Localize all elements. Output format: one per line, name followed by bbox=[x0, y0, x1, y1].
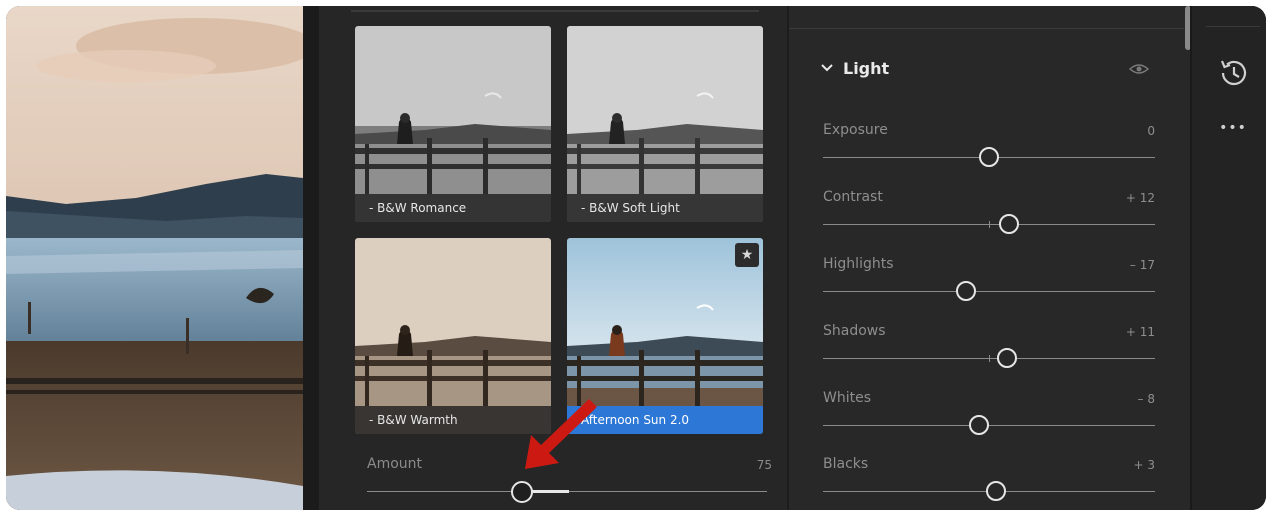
amount-slider-track[interactable] bbox=[367, 491, 515, 492]
presets-top-divider bbox=[351, 6, 759, 12]
amount-slider-knob[interactable] bbox=[511, 481, 533, 503]
preset-thumbnail[interactable]: - B&W Soft Light bbox=[567, 26, 763, 222]
slider-highlights: Highlights – 17 bbox=[823, 256, 1155, 312]
right-tool-strip: ••• bbox=[1190, 6, 1266, 510]
slider-value: + 11 bbox=[1125, 325, 1155, 339]
slider-exposure: Exposure 0 bbox=[823, 122, 1155, 178]
slider-track[interactable] bbox=[823, 425, 1155, 426]
slider-label: Blacks bbox=[823, 456, 869, 472]
slider-label: Contrast bbox=[823, 189, 883, 205]
slider-whites: Whites – 8 bbox=[823, 390, 1155, 446]
preset-thumbnail[interactable]: - B&W Romance bbox=[355, 26, 551, 222]
preset-label: - B&W Romance bbox=[355, 194, 551, 222]
slider-knob[interactable] bbox=[979, 147, 999, 167]
slider-value: 0 bbox=[1147, 124, 1155, 138]
slider-value: – 8 bbox=[1137, 392, 1155, 406]
amount-label: Amount bbox=[367, 456, 423, 472]
light-section-title: Light bbox=[843, 58, 890, 78]
slider-track[interactable] bbox=[823, 291, 1155, 292]
preset-thumbnail-selected[interactable]: ★ Afternoon Sun 2.0 bbox=[567, 238, 763, 434]
slider-label: Exposure bbox=[823, 122, 888, 138]
preset-label: Afternoon Sun 2.0 bbox=[567, 406, 763, 434]
photo-preview bbox=[6, 6, 303, 510]
app-window: - B&W Romance - B&W Soft Light - B&W War… bbox=[6, 6, 1266, 510]
light-section-header[interactable]: Light bbox=[821, 56, 889, 80]
strip-top-divider bbox=[1206, 26, 1260, 27]
slider-value: + 12 bbox=[1125, 191, 1155, 205]
slider-knob[interactable] bbox=[997, 348, 1017, 368]
slider-center-notch bbox=[989, 221, 990, 228]
slider-center-notch bbox=[989, 355, 990, 362]
slider-shadows: Shadows + 11 bbox=[823, 323, 1155, 379]
chevron-down-icon bbox=[821, 61, 833, 75]
slider-knob[interactable] bbox=[969, 415, 989, 435]
slider-label: Shadows bbox=[823, 323, 886, 339]
slider-blacks: Blacks + 3 bbox=[823, 456, 1155, 510]
preset-label: - B&W Warmth bbox=[355, 406, 551, 434]
star-icon[interactable]: ★ bbox=[735, 243, 759, 267]
amount-value: 75 bbox=[756, 458, 772, 472]
slider-contrast: Contrast + 12 bbox=[823, 189, 1155, 245]
slider-value: + 3 bbox=[1133, 458, 1155, 472]
slider-value: – 17 bbox=[1129, 258, 1155, 272]
preset-thumbnail[interactable]: - B&W Warmth bbox=[355, 238, 551, 434]
preset-label: - B&W Soft Light bbox=[567, 194, 763, 222]
history-icon[interactable] bbox=[1216, 56, 1250, 90]
presets-panel: - B&W Romance - B&W Soft Light - B&W War… bbox=[303, 6, 787, 510]
slider-knob[interactable] bbox=[999, 214, 1019, 234]
more-horizontal-icon[interactable]: ••• bbox=[1218, 120, 1248, 136]
eye-icon[interactable] bbox=[1128, 58, 1150, 80]
slider-label: Highlights bbox=[823, 256, 894, 272]
slider-knob[interactable] bbox=[956, 281, 976, 301]
amount-slider-fill bbox=[531, 490, 569, 493]
light-top-divider bbox=[789, 28, 1184, 29]
slider-knob[interactable] bbox=[986, 481, 1006, 501]
light-panel: Light Exposure 0 Contrast + 12 Highlight… bbox=[787, 6, 1191, 510]
slider-label: Whites bbox=[823, 390, 872, 406]
